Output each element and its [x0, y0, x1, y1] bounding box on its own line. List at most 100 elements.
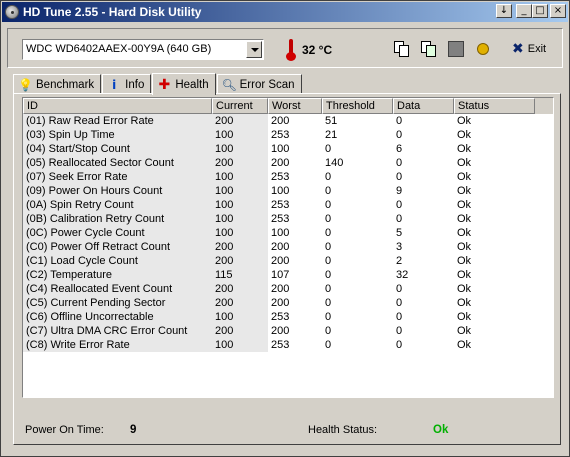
cell-worst: 200 [271, 241, 290, 253]
table-row[interactable]: (C6) Offline Uncorrectable 100 253 0 0 Ok [23, 310, 553, 324]
save-icon[interactable] [448, 41, 464, 57]
cell-worst: 253 [271, 311, 290, 323]
column-header-status[interactable]: Status [454, 98, 535, 114]
cell-current: 200 [212, 114, 268, 128]
table-row[interactable]: (C8) Write Error Rate 100 253 0 0 Ok [23, 338, 553, 352]
cell-data: 6 [396, 143, 403, 155]
exit-icon: ✖ [512, 41, 524, 57]
cell-threshold: 0 [325, 339, 332, 351]
table-row[interactable]: (04) Start/Stop Count 100 100 0 6 Ok [23, 142, 553, 156]
cell-id: (03) Spin Up Time [23, 128, 212, 142]
table-row[interactable]: (07) Seek Error Rate 100 253 0 0 Ok [23, 170, 553, 184]
copy-text-icon[interactable] [394, 41, 410, 57]
cell-status: Ok [457, 269, 472, 281]
column-header-id[interactable]: ID [23, 98, 212, 114]
thermometer-icon [286, 39, 296, 61]
table-row[interactable]: (C4) Reallocated Event Count 200 200 0 0 Ok [23, 282, 553, 296]
column-header-current[interactable]: Current [212, 98, 268, 114]
column-header-threshold[interactable]: Threshold [322, 98, 393, 114]
exit-button[interactable]: ✖ Exit [512, 41, 546, 57]
chevron-down-icon[interactable] [246, 41, 262, 58]
cell-data: 0 [396, 157, 403, 169]
tab-health-label: Health [175, 78, 209, 91]
cell-worst: 200 [271, 255, 290, 267]
close-button[interactable]: × [550, 4, 566, 18]
cell-id: (C8) Write Error Rate [23, 338, 212, 352]
table-row[interactable]: (C0) Power Off Retract Count 200 200 0 3 Ok [23, 240, 553, 254]
cell-status: Ok [457, 311, 472, 323]
table-row[interactable]: (09) Power On Hours Count 100 100 0 9 Ok [23, 184, 553, 198]
tab-error-scan-label: Error Scan [239, 78, 295, 91]
toolbar: WDC WD6402AAEX-00Y9A (640 GB) 32 °C ✖ Ex… [7, 28, 563, 68]
cell-status: Ok [457, 185, 472, 197]
cell-id: (0A) Spin Retry Count [23, 198, 212, 212]
tab-info[interactable]: i Info [102, 74, 152, 94]
cell-data: 0 [396, 297, 403, 309]
tab-benchmark-label: Benchmark [36, 78, 95, 91]
minimize-button[interactable]: _ [516, 4, 532, 18]
cell-current: 100 [212, 198, 268, 212]
cell-current: 100 [212, 170, 268, 184]
table-header: ID Current Worst Threshold Data Status [23, 98, 553, 114]
cell-current: 200 [212, 156, 268, 170]
cell-threshold: 0 [325, 255, 332, 267]
cell-data: 0 [396, 339, 403, 351]
table-row[interactable]: (0A) Spin Retry Count 100 253 0 0 Ok [23, 198, 553, 212]
cell-data: 0 [396, 311, 403, 323]
cell-id: (C7) Ultra DMA CRC Error Count [23, 324, 212, 338]
cell-current: 100 [212, 142, 268, 156]
tab-error-scan[interactable]: 🔍︎ Error Scan [216, 74, 302, 94]
minimize-to-tray-button[interactable]: ↓ [496, 4, 512, 18]
cell-status: Ok [457, 157, 472, 169]
cell-current: 200 [212, 296, 268, 310]
cell-id: (01) Raw Read Error Rate [23, 114, 212, 128]
table-row[interactable]: (03) Spin Up Time 100 253 21 0 Ok [23, 128, 553, 142]
options-icon[interactable] [475, 41, 491, 57]
cell-id: (C4) Reallocated Event Count [23, 282, 212, 296]
cell-threshold: 0 [325, 311, 332, 323]
cell-status: Ok [457, 255, 472, 267]
table-row[interactable]: (01) Raw Read Error Rate 200 200 51 0 Ok [23, 114, 553, 128]
copy-image-icon[interactable] [421, 41, 437, 57]
column-header-data[interactable]: Data [393, 98, 454, 114]
tab-bar: 💡 Benchmark i Info ✚ Health 🔍︎ Error Sca… [13, 72, 303, 95]
table-row[interactable]: (C7) Ultra DMA CRC Error Count 200 200 0 0 Ok [23, 324, 553, 338]
cell-data: 0 [396, 283, 403, 295]
cell-status: Ok [457, 325, 472, 337]
cell-status: Ok [457, 241, 472, 253]
cell-current: 100 [212, 310, 268, 324]
table-row[interactable]: (0C) Power Cycle Count 100 100 0 5 Ok [23, 226, 553, 240]
power-on-time-value: 9 [130, 424, 137, 436]
cell-status: Ok [457, 129, 472, 141]
smart-table[interactable]: ID Current Worst Threshold Data Status (… [22, 97, 554, 398]
drive-select[interactable]: WDC WD6402AAEX-00Y9A (640 GB) [22, 39, 264, 60]
cell-data: 2 [396, 255, 403, 267]
cell-data: 0 [396, 325, 403, 337]
table-row[interactable]: (C1) Load Cycle Count 200 200 0 2 Ok [23, 254, 553, 268]
cell-data: 0 [396, 199, 403, 211]
cell-worst: 200 [271, 283, 290, 295]
column-header-worst[interactable]: Worst [268, 98, 322, 114]
cell-threshold: 0 [325, 283, 332, 295]
table-row[interactable]: (0B) Calibration Retry Count 100 253 0 0 Ok [23, 212, 553, 226]
cell-threshold: 140 [325, 157, 344, 169]
tab-benchmark[interactable]: 💡 Benchmark [13, 74, 102, 94]
cell-threshold: 0 [325, 143, 332, 155]
tab-health[interactable]: ✚ Health [152, 73, 216, 95]
cell-status: Ok [457, 339, 472, 351]
health-panel: ID Current Worst Threshold Data Status (… [13, 93, 561, 445]
maximize-button[interactable]: □ [532, 4, 548, 18]
status-footer: Power On Time: 9 Health Status: Ok [14, 410, 560, 438]
table-row[interactable]: (05) Reallocated Sector Count 200 200 140 0 O… [23, 156, 553, 170]
exit-label: Exit [527, 43, 547, 55]
cell-data: 0 [396, 171, 403, 183]
cell-data: 0 [396, 115, 403, 127]
cell-current: 100 [212, 212, 268, 226]
cell-threshold: 51 [325, 115, 338, 127]
cell-data: 0 [396, 129, 403, 141]
cell-current: 100 [212, 184, 268, 198]
cell-status: Ok [457, 171, 472, 183]
table-row[interactable]: (C5) Current Pending Sector 200 200 0 0 Ok [23, 296, 553, 310]
cell-worst: 100 [271, 227, 290, 239]
table-row[interactable]: (C2) Temperature 115 107 0 32 Ok [23, 268, 553, 282]
